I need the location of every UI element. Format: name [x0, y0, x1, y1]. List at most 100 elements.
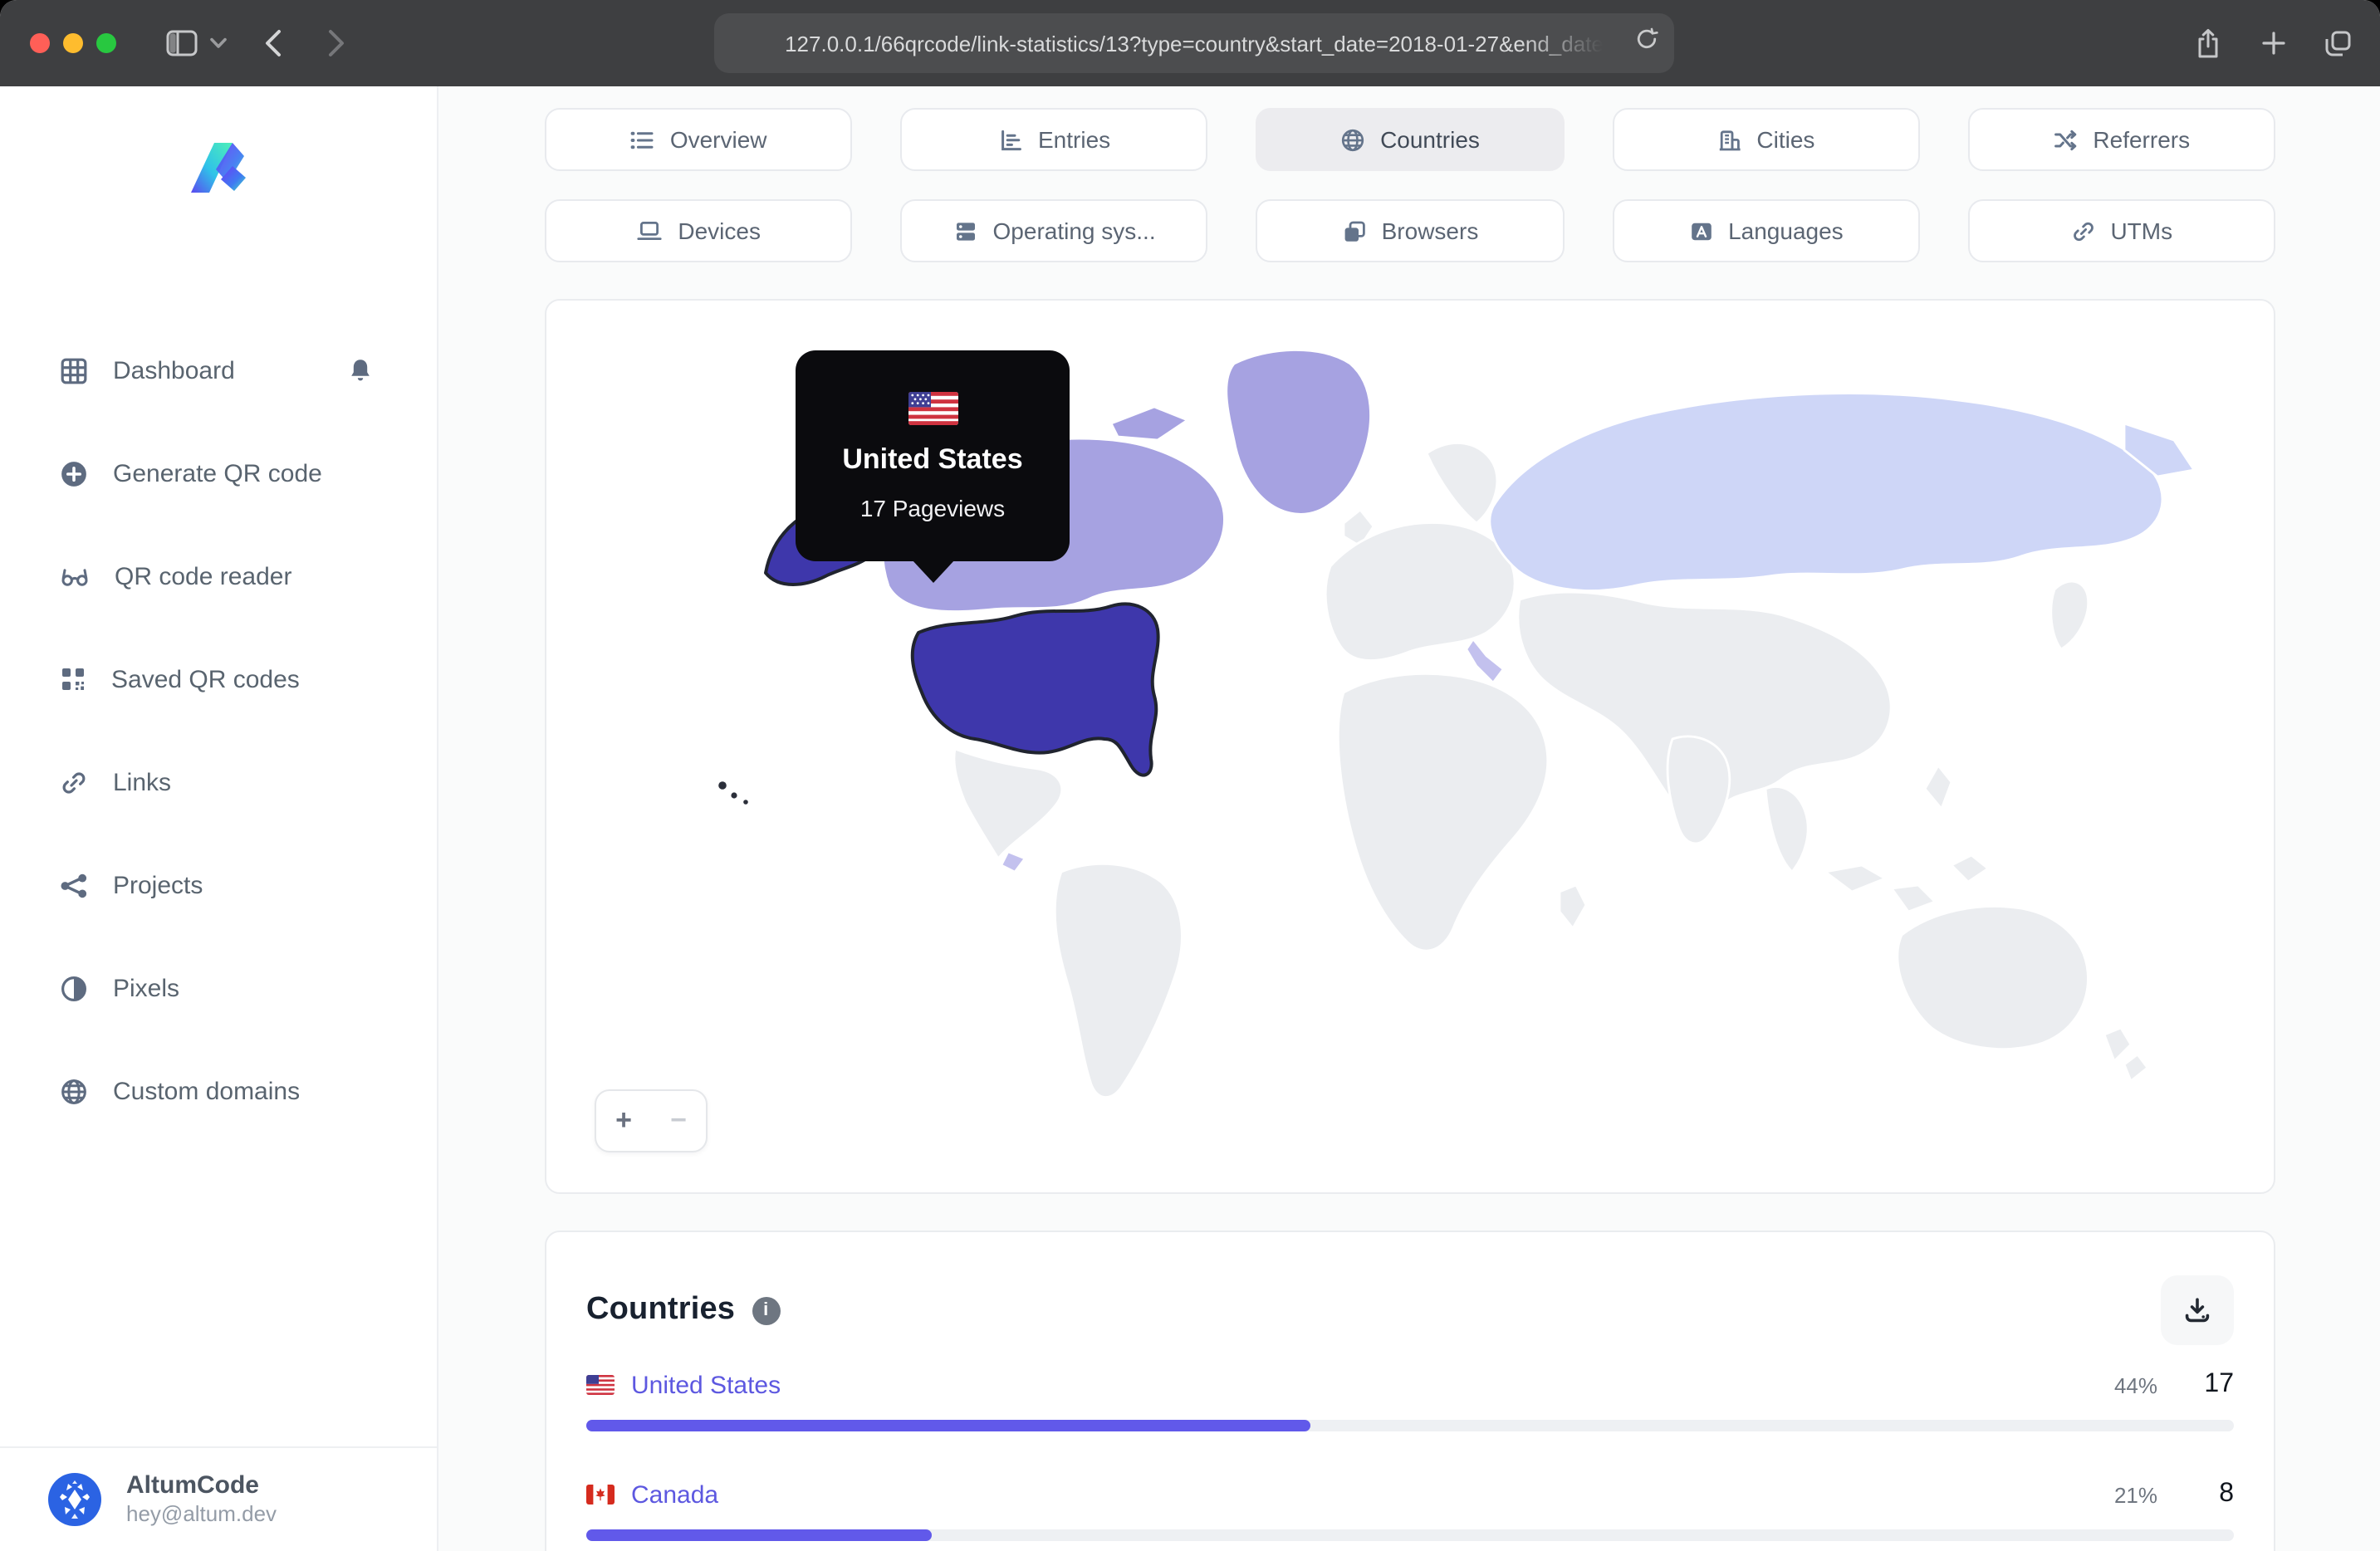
minimize-window-button[interactable]	[63, 33, 83, 53]
tab-browsers[interactable]: Browsers	[1256, 199, 1565, 262]
sidebar-item-label: Dashboard	[113, 356, 235, 384]
account-name: AltumCode	[126, 1470, 259, 1499]
globe-icon	[60, 1077, 88, 1105]
back-button[interactable]	[252, 0, 292, 86]
tooltip-country: United States	[842, 443, 1023, 474]
panel-title: Countries	[586, 1292, 736, 1327]
sidebar-item-label: Links	[113, 768, 172, 796]
link-icon	[2070, 218, 2095, 243]
tab-devices[interactable]: Devices	[545, 199, 853, 262]
sidebar-item-label: Custom domains	[113, 1077, 301, 1105]
tab-entries[interactable]: Entries	[900, 108, 1208, 171]
tab-cities[interactable]: Cities	[1612, 108, 1920, 171]
sidebar: Dashboard Generate QR code QR code reade…	[0, 86, 438, 1551]
country-row: Canada 21% 8	[586, 1478, 2234, 1541]
forward-button[interactable]	[316, 0, 355, 86]
globe-icon	[1340, 127, 1365, 152]
tab-countries[interactable]: Countries	[1256, 108, 1565, 171]
sidebar-item-label: Generate QR code	[113, 459, 322, 487]
address-bar[interactable]: 127.0.0.1/66qrcode/link-statistics/13?ty…	[714, 13, 1674, 73]
country-value: 8	[2219, 1480, 2234, 1508]
canada-flag-icon	[586, 1485, 615, 1505]
tab-label: Referrers	[2093, 126, 2191, 153]
browser-toolbar: 127.0.0.1/66qrcode/link-statistics/13?ty…	[0, 0, 2380, 86]
url-text: 127.0.0.1/66qrcode/link-statistics/13?ty…	[785, 31, 1604, 56]
contrast-icon	[60, 974, 88, 1002]
sidebar-item-label: Pixels	[113, 974, 180, 1002]
tab-label: Languages	[1728, 218, 1844, 244]
sidebar-item-projects[interactable]: Projects	[0, 834, 437, 937]
zoom-window-button[interactable]	[96, 33, 116, 53]
glasses-icon	[60, 563, 90, 590]
bell-icon[interactable]	[347, 356, 374, 384]
account-email: hey@altum.dev	[126, 1501, 277, 1527]
progress-track	[586, 1420, 2234, 1431]
tab-label: Cities	[1756, 126, 1815, 153]
plus-circle-icon	[60, 459, 88, 487]
chevron-down-icon[interactable]	[203, 0, 233, 86]
tab-label: Browsers	[1381, 218, 1479, 244]
sidebar-item-generate-qr[interactable]: Generate QR code	[0, 422, 437, 525]
tab-label: UTMs	[2110, 218, 2173, 244]
close-window-button[interactable]	[30, 33, 50, 53]
reload-icon[interactable]	[1634, 27, 1659, 51]
tab-label: Devices	[678, 218, 761, 244]
shuffle-icon	[2053, 127, 2078, 152]
zoom-out-button[interactable]: −	[651, 1091, 706, 1151]
main-content: Overview Entries Countries Cities Referr…	[438, 86, 2380, 1551]
map-zoom-controls: + −	[595, 1089, 708, 1152]
progress-fill	[586, 1420, 1311, 1431]
sidebar-toggle-icon[interactable]	[159, 0, 203, 86]
grid-icon	[60, 356, 88, 384]
tooltip-pageviews: 17 Pageviews	[859, 494, 1006, 521]
sidebar-item-label: Projects	[113, 871, 203, 899]
us-flag-icon	[586, 1375, 615, 1395]
map-tooltip: United States 17 Pageviews	[796, 350, 1070, 561]
tab-label: Countries	[1380, 126, 1480, 153]
tab-label: Overview	[669, 126, 767, 153]
stats-tabs: Overview Entries Countries Cities Referr…	[545, 108, 2275, 262]
tab-overview[interactable]: Overview	[545, 108, 853, 171]
new-tab-icon[interactable]	[2252, 0, 2295, 86]
sidebar-nav: Dashboard Generate QR code QR code reade…	[0, 319, 437, 1142]
country-link[interactable]: United States	[631, 1371, 781, 1399]
share-icon[interactable]	[2186, 0, 2229, 86]
tab-utms[interactable]: UTMs	[1967, 199, 2275, 262]
list-icon	[630, 127, 655, 152]
sidebar-item-links[interactable]: Links	[0, 731, 437, 834]
countries-panel: Countries i United States 44% 17 Canada …	[545, 1231, 2275, 1551]
progress-track	[586, 1529, 2234, 1541]
chart-bars-icon	[998, 127, 1023, 152]
country-percent: 21%	[2113, 1482, 2157, 1507]
tab-operating-systems[interactable]: Operating sys...	[900, 199, 1208, 262]
us-flag-icon	[908, 391, 957, 424]
country-row: United States 44% 17	[586, 1368, 2234, 1431]
tab-languages[interactable]: Languages	[1612, 199, 1920, 262]
traffic-lights	[30, 33, 116, 53]
windows-stack-icon	[1342, 218, 1367, 243]
country-link[interactable]: Canada	[631, 1480, 718, 1509]
world-map-card: United States 17 Pageviews + −	[545, 299, 2275, 1194]
tab-label: Operating sys...	[992, 218, 1156, 244]
country-value: 17	[2204, 1370, 2234, 1398]
sidebar-item-dashboard[interactable]: Dashboard	[0, 319, 437, 422]
sidebar-item-qr-reader[interactable]: QR code reader	[0, 525, 437, 628]
app-logo[interactable]	[180, 133, 257, 203]
info-icon[interactable]: i	[752, 1296, 781, 1324]
sidebar-item-custom-domains[interactable]: Custom domains	[0, 1040, 437, 1142]
zoom-in-button[interactable]: +	[596, 1091, 651, 1151]
link-icon	[60, 768, 88, 796]
export-button[interactable]	[2161, 1275, 2234, 1345]
laptop-icon	[636, 219, 663, 242]
sidebar-item-label: QR code reader	[115, 562, 292, 590]
tab-overview-icon[interactable]	[2315, 0, 2358, 86]
server-icon	[953, 218, 978, 243]
tab-referrers[interactable]: Referrers	[1967, 108, 2275, 171]
account-footer[interactable]: AltumCode hey@altum.dev	[0, 1446, 437, 1551]
country-percent: 44%	[2113, 1372, 2157, 1397]
progress-fill	[586, 1529, 933, 1541]
sidebar-item-saved-qr[interactable]: Saved QR codes	[0, 628, 437, 731]
browser-window: 127.0.0.1/66qrcode/link-statistics/13?ty…	[0, 0, 2380, 1551]
translate-icon	[1688, 218, 1713, 243]
sidebar-item-pixels[interactable]: Pixels	[0, 937, 437, 1040]
